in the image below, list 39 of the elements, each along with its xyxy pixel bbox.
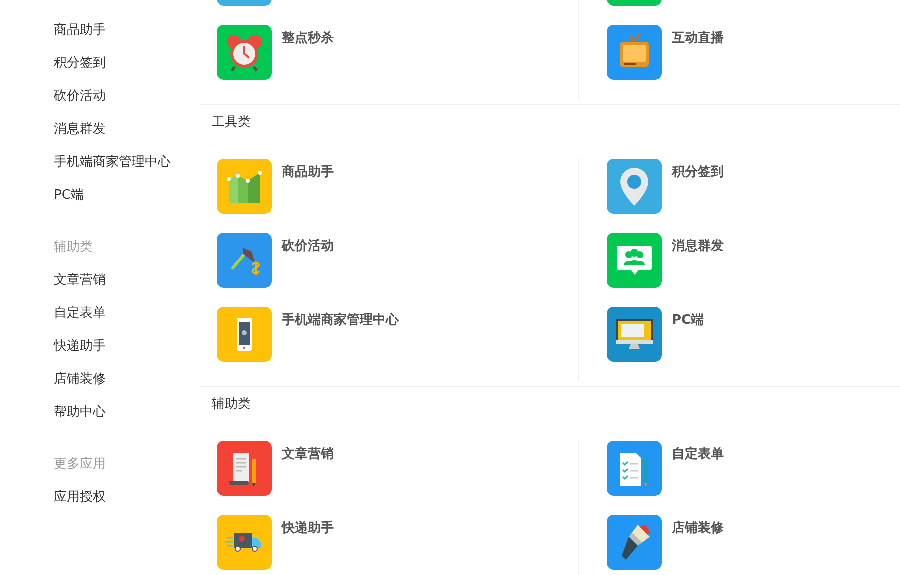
map-pin-icon[interactable] [607, 159, 662, 214]
sidebar-item[interactable]: 自定表单 [0, 297, 200, 330]
app-title[interactable]: 手机端商家管理中心 [282, 311, 399, 329]
bar-chart-icon[interactable] [217, 159, 272, 214]
app-title[interactable]: 互动直播 [672, 29, 724, 47]
computer-monitor-icon[interactable] [607, 307, 662, 362]
delivery-truck-icon[interactable] [217, 515, 272, 570]
sidebar-item[interactable]: 消息群发 [0, 113, 200, 146]
section-title: 辅助类 [211, 396, 252, 414]
app-title[interactable]: 消息群发 [672, 237, 724, 255]
sidebar-item[interactable]: 帮助中心 [0, 396, 200, 429]
sidebar-item[interactable]: 商品助手 [0, 14, 200, 47]
sidebar-item[interactable]: 手机端商家管理中心 [0, 146, 200, 179]
checklist-and-pencil-icon[interactable] [607, 441, 662, 496]
smartphone-icon[interactable] [217, 307, 272, 362]
sidebar-heading: 更多应用 [53, 456, 107, 474]
app-title[interactable]: 积分签到 [672, 163, 724, 181]
sidebar-item[interactable]: 店铺装修 [0, 363, 200, 396]
sidebar-item[interactable]: 应用授权 [0, 481, 200, 514]
sidebar-item[interactable]: PC端 [0, 179, 200, 212]
sidebar-item[interactable]: 砍价活动 [0, 80, 200, 113]
paintbrush-icon[interactable] [607, 515, 662, 570]
axe-icon[interactable] [217, 233, 272, 288]
tv-icon[interactable] [607, 25, 662, 80]
app-title[interactable]: 商品助手 [282, 163, 334, 181]
scroll-and-pencil-icon[interactable] [217, 441, 272, 496]
app-title[interactable]: 店铺装修 [672, 519, 724, 537]
app-title[interactable]: PC端 [672, 311, 704, 329]
app-title[interactable]: 快递助手 [282, 519, 334, 537]
sidebar-item[interactable]: 快递助手 [0, 330, 200, 363]
app-title[interactable]: 文章营销 [282, 445, 334, 463]
sidebar-item[interactable]: 积分签到 [0, 47, 200, 80]
sidebar-item[interactable]: 文章营销 [0, 264, 200, 297]
section-title: 工具类 [211, 114, 252, 132]
app-title[interactable]: 砍价活动 [282, 237, 334, 255]
app-title[interactable]: 自定表单 [672, 445, 724, 463]
app-title[interactable]: 整点秒杀 [282, 29, 334, 47]
sidebar-heading: 辅助类 [53, 239, 94, 257]
alarm-clock-icon[interactable] [217, 25, 272, 80]
